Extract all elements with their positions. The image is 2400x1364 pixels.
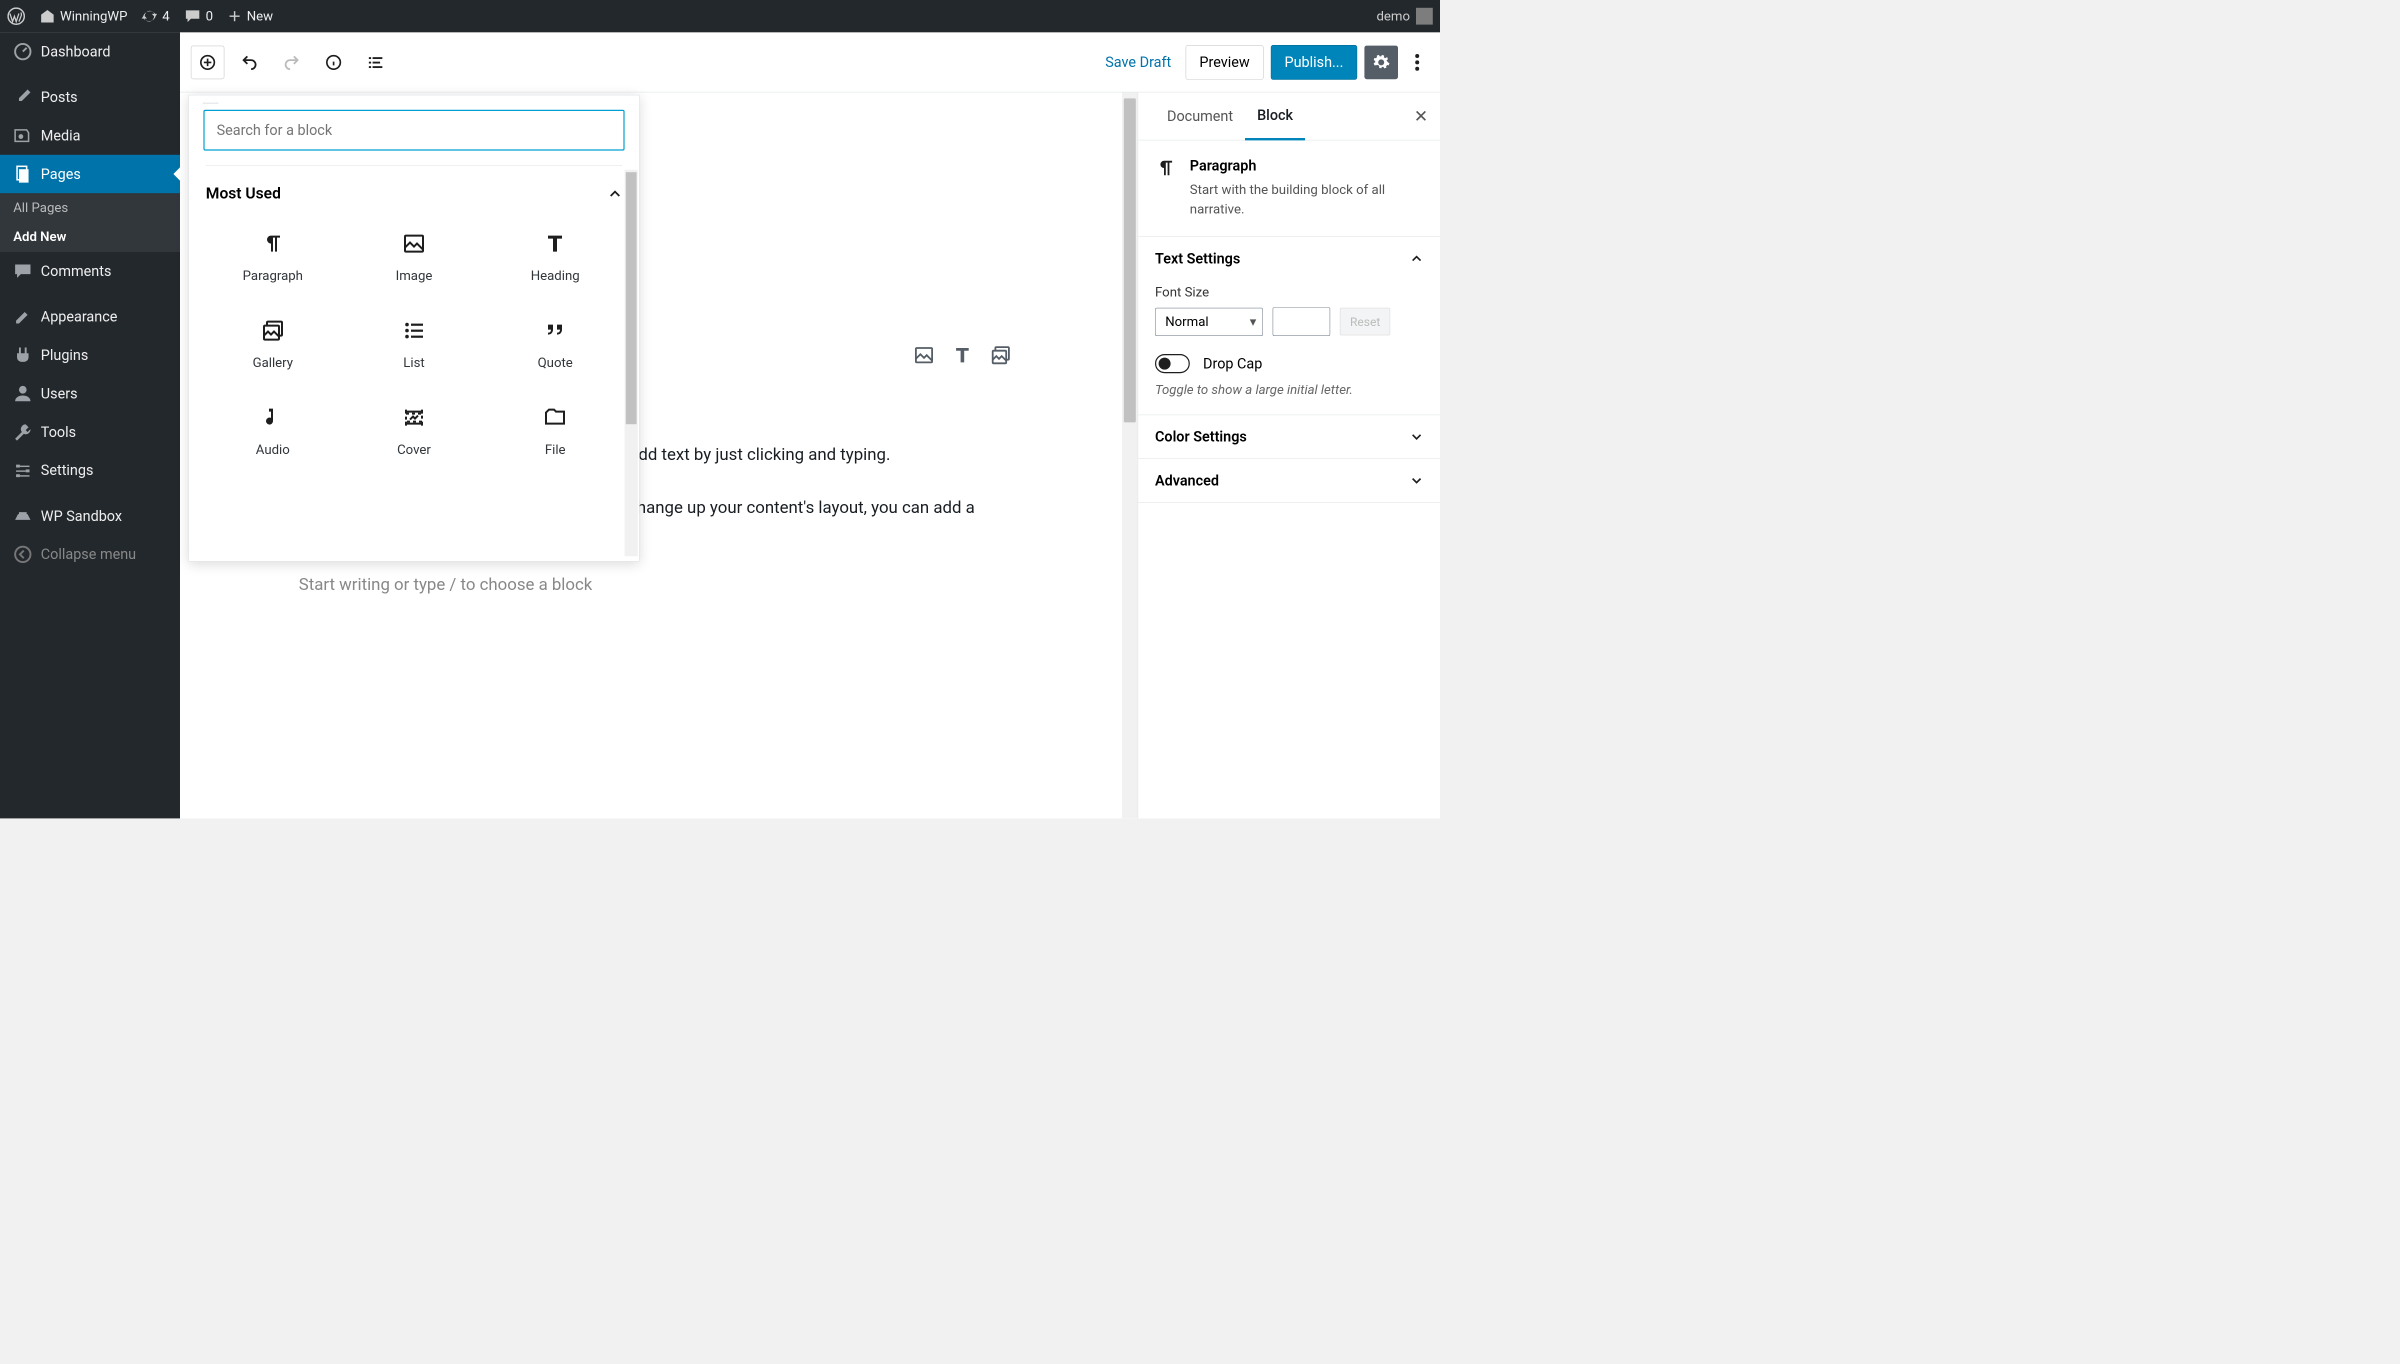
settings-sidebar: Document Block ✕ Paragraph Start with th… (1138, 92, 1440, 818)
heading-icon (543, 232, 567, 256)
menu-posts[interactable]: Posts (0, 78, 180, 116)
font-size-input[interactable] (1273, 307, 1331, 336)
chevron-down-icon (1410, 474, 1423, 487)
chevron-down-icon (1410, 430, 1423, 443)
redo-button[interactable] (275, 45, 309, 79)
comments-count: 0 (206, 9, 213, 24)
menu-plugins[interactable]: Plugins (0, 336, 180, 374)
menu-comments[interactable]: Comments (0, 252, 180, 290)
menu-tools[interactable]: Tools (0, 413, 180, 451)
menu-pages[interactable]: Pages (0, 155, 180, 193)
menu-sandbox[interactable]: WP Sandbox (0, 497, 180, 535)
image-icon (402, 232, 426, 256)
gallery-icon (261, 319, 285, 343)
category-toggle[interactable]: Most Used (206, 176, 622, 216)
advanced-panel-toggle[interactable]: Advanced (1138, 459, 1440, 502)
block-description: Start with the building block of all nar… (1190, 180, 1423, 220)
site-name: WinningWP (60, 9, 127, 24)
outline-button[interactable] (359, 45, 393, 79)
editor-toolbar: Save Draft Preview Publish... (180, 32, 1440, 92)
preview-button[interactable]: Preview (1186, 45, 1264, 80)
menu-dashboard[interactable]: Dashboard (0, 32, 180, 70)
search-input[interactable] (203, 110, 624, 151)
admin-bar: WinningWP 4 0 New demo (0, 0, 1440, 32)
gallery-block-icon[interactable] (990, 344, 1012, 366)
new-content-link[interactable]: New (228, 9, 274, 24)
settings-toggle-button[interactable] (1364, 45, 1398, 79)
chevron-up-icon (608, 187, 622, 201)
block-appender (913, 344, 1011, 366)
updates-link[interactable]: 4 (142, 8, 170, 24)
tab-document[interactable]: Document (1155, 93, 1245, 139)
menu-users[interactable]: Users (0, 374, 180, 412)
drop-cap-hint: Toggle to show a large initial letter. (1155, 383, 1423, 398)
new-label: New (247, 9, 273, 24)
submenu-add-new[interactable]: Add New (0, 223, 180, 252)
drop-cap-toggle[interactable] (1155, 354, 1190, 373)
canvas-scrollbar[interactable] (1122, 92, 1138, 818)
wordpress-logo-icon[interactable] (7, 7, 25, 25)
chevron-up-icon (1410, 252, 1423, 265)
collapse-menu[interactable]: Collapse menu (0, 535, 180, 573)
color-settings-panel-toggle[interactable]: Color Settings (1138, 415, 1440, 458)
publish-button[interactable]: Publish... (1271, 45, 1357, 80)
inserter-scrollbar[interactable] (625, 170, 638, 556)
block-audio[interactable]: Audio (206, 390, 340, 470)
reset-button[interactable]: Reset (1340, 308, 1391, 336)
font-size-label: Font Size (1155, 285, 1423, 300)
audio-icon (261, 406, 285, 430)
updates-count: 4 (162, 9, 169, 24)
block-inserter-popover: Most Used Paragraph Image (188, 95, 639, 562)
block-file[interactable]: File (488, 390, 622, 470)
submenu-pages: All Pages Add New (0, 193, 180, 252)
block-image[interactable]: Image (347, 216, 481, 296)
block-quote[interactable]: Quote (488, 303, 622, 383)
user-name[interactable]: demo (1376, 9, 1410, 24)
menu-media[interactable]: Media (0, 116, 180, 154)
block-title: Paragraph (1190, 157, 1423, 174)
undo-button[interactable] (233, 45, 267, 79)
site-link[interactable]: WinningWP (40, 8, 128, 24)
file-icon (543, 406, 567, 430)
close-settings-button[interactable]: ✕ (1414, 106, 1428, 126)
save-draft-button[interactable]: Save Draft (1098, 54, 1178, 71)
tab-block[interactable]: Block (1245, 92, 1305, 140)
comments-link[interactable]: 0 (184, 8, 213, 25)
submenu-all-pages[interactable]: All Pages (0, 193, 180, 222)
block-heading[interactable]: Heading (488, 216, 622, 296)
menu-settings[interactable]: Settings (0, 451, 180, 489)
paragraph-icon (1155, 157, 1177, 219)
paragraph-icon (261, 232, 285, 256)
list-icon (402, 319, 426, 343)
editor: Save Draft Preview Publish... (180, 32, 1440, 818)
drop-cap-label: Drop Cap (1203, 355, 1262, 372)
heading-block-icon[interactable] (952, 344, 974, 366)
block-gallery[interactable]: Gallery (206, 303, 340, 383)
empty-paragraph-placeholder[interactable]: Start writing or type / to choose a bloc… (299, 574, 1019, 594)
avatar[interactable] (1416, 8, 1433, 25)
menu-appearance[interactable]: Appearance (0, 298, 180, 336)
font-size-select[interactable]: Normal (1155, 308, 1263, 336)
add-block-button[interactable] (191, 45, 225, 79)
admin-sidebar: Dashboard Posts Media Pages All Pages Ad… (0, 32, 180, 818)
text-settings-panel-toggle[interactable]: Text Settings (1138, 237, 1440, 280)
block-list[interactable]: List (347, 303, 481, 383)
block-cover[interactable]: Cover (347, 390, 481, 470)
block-paragraph[interactable]: Paragraph (206, 216, 340, 296)
quote-icon (543, 319, 567, 343)
more-menu-button[interactable] (1405, 45, 1429, 79)
image-block-icon[interactable] (913, 344, 935, 366)
info-button[interactable] (317, 45, 351, 79)
cover-icon (402, 406, 426, 430)
